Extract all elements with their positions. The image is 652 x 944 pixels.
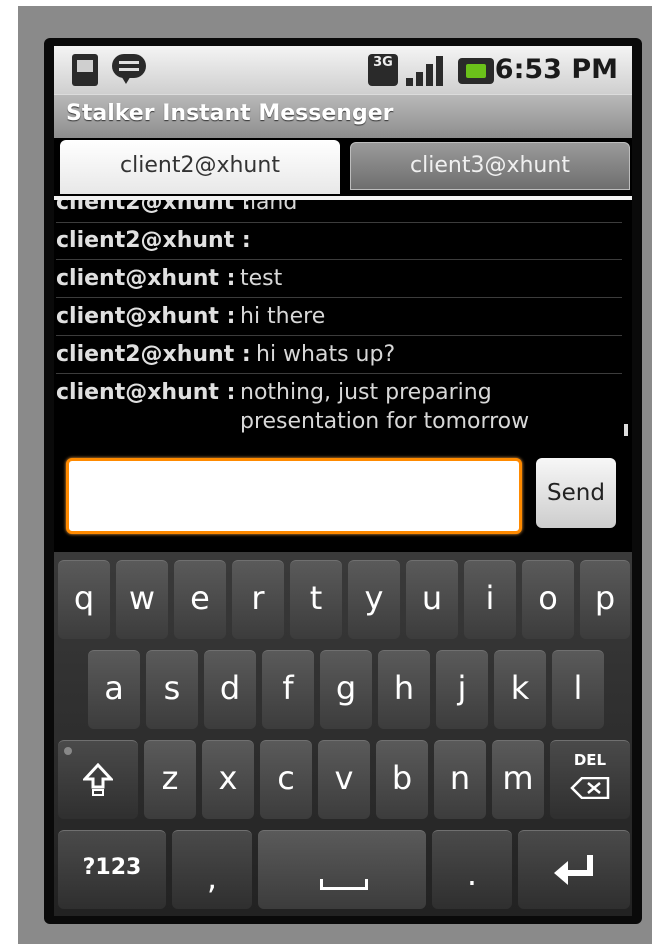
key-a[interactable]: a xyxy=(88,650,140,729)
comma-label: , xyxy=(206,859,218,897)
key-r[interactable]: r xyxy=(232,560,284,639)
key-i[interactable]: i xyxy=(464,560,516,639)
key-s[interactable]: s xyxy=(146,650,198,729)
key-d[interactable]: d xyxy=(204,650,256,729)
app-title: Stalker Instant Messenger xyxy=(66,101,394,126)
message-sender: client@xhunt : xyxy=(56,266,236,291)
key-y[interactable]: y xyxy=(348,560,400,639)
space-key[interactable] xyxy=(258,830,426,909)
period-label: . xyxy=(466,855,478,893)
delete-label: DEL xyxy=(573,751,607,769)
list-item: client2@xhunt : xyxy=(56,222,622,260)
3g-icon: 3G xyxy=(368,54,398,86)
key-m[interactable]: m xyxy=(492,740,544,819)
send-button[interactable]: Send xyxy=(536,458,616,528)
list-item: client2@xhunt : hand xyxy=(56,200,622,223)
key-o[interactable]: o xyxy=(522,560,574,639)
key-p[interactable]: p xyxy=(580,560,630,639)
key-x[interactable]: x xyxy=(202,740,254,819)
message-text: hi whats up? xyxy=(256,342,396,367)
shift-key[interactable] xyxy=(58,740,138,819)
list-item: client@xhunt : hi there xyxy=(56,298,622,336)
key-g[interactable]: g xyxy=(320,650,372,729)
message-sender: client2@xhunt : xyxy=(56,342,251,367)
list-item: client2@xhunt : hi whats up? xyxy=(56,336,622,374)
status-bar: 3G 6:53 PM xyxy=(54,46,632,94)
message-text: nothing, just preparing presentation for… xyxy=(240,380,530,434)
message-sender: client@xhunt : xyxy=(56,380,236,405)
key-f[interactable]: f xyxy=(262,650,314,729)
message-input[interactable] xyxy=(66,458,522,534)
app-title-bar: Stalker Instant Messenger xyxy=(54,94,632,139)
delete-key[interactable]: DEL xyxy=(550,740,630,819)
key-c[interactable]: c xyxy=(260,740,312,819)
message-scrollbar[interactable] xyxy=(624,424,628,436)
key-l[interactable]: l xyxy=(552,650,604,729)
key-u[interactable]: u xyxy=(406,560,458,639)
message-text: hi there xyxy=(240,304,326,329)
period-key[interactable]: . xyxy=(432,830,512,909)
network-type-label: 3G xyxy=(373,55,393,70)
sim-icon xyxy=(72,54,98,86)
key-t[interactable]: t xyxy=(290,560,342,639)
message-sender: client@xhunt : xyxy=(56,304,236,329)
comma-key[interactable]: , xyxy=(172,830,252,909)
key-w[interactable]: w xyxy=(116,560,168,639)
enter-key[interactable] xyxy=(518,830,630,909)
signal-icon xyxy=(406,54,446,86)
conversation-tabs: client2@xhunt client3@xhunt xyxy=(54,138,632,200)
list-item: client@xhunt : test xyxy=(56,260,622,298)
message-sender: client2@xhunt : xyxy=(56,200,251,215)
key-j[interactable]: j xyxy=(436,650,488,729)
key-e[interactable]: e xyxy=(174,560,226,639)
phone-screen: 3G 6:53 PM Stalker Instant Messenger cli… xyxy=(54,46,632,916)
tab-client3[interactable]: client3@xhunt xyxy=(350,142,630,190)
key-z[interactable]: z xyxy=(144,740,196,819)
key-v[interactable]: v xyxy=(318,740,370,819)
message-text: hand xyxy=(242,200,298,215)
message-sender: client2@xhunt : xyxy=(56,228,251,253)
tab-client2[interactable]: client2@xhunt xyxy=(60,140,340,194)
status-clock: 6:53 PM xyxy=(494,54,618,85)
key-b[interactable]: b xyxy=(376,740,428,819)
shift-icon xyxy=(83,763,113,796)
message-text: test xyxy=(240,266,283,291)
key-k[interactable]: k xyxy=(494,650,546,729)
chat-notification-icon[interactable] xyxy=(112,54,148,86)
enter-icon xyxy=(554,855,593,885)
battery-icon xyxy=(458,58,494,84)
key-n[interactable]: n xyxy=(434,740,486,819)
key-q[interactable]: q xyxy=(58,560,110,639)
message-list[interactable]: client2@xhunt : hand client2@xhunt : cli… xyxy=(54,200,632,450)
space-icon xyxy=(320,879,368,890)
symbols-key[interactable]: ?123 xyxy=(58,830,166,909)
backspace-icon xyxy=(570,777,610,799)
list-item: client@xhunt : nothing, just preparing p… xyxy=(56,374,622,444)
soft-keyboard: q w e r t y u i o p a s d f g h j k l z … xyxy=(54,552,632,916)
shift-indicator xyxy=(64,747,72,755)
key-h[interactable]: h xyxy=(378,650,430,729)
